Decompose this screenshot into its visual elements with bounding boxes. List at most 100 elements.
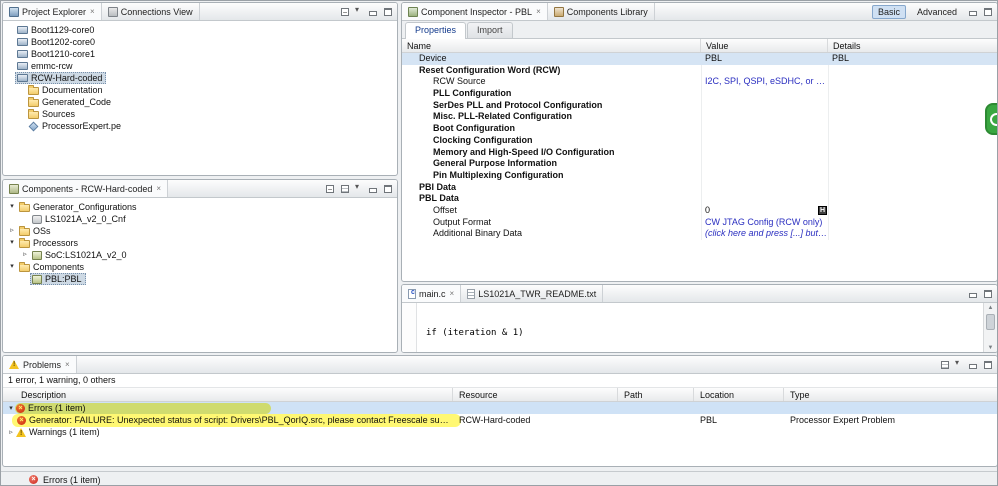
inspector-row[interactable]: Offset 0 H [402, 205, 997, 217]
maximize-icon[interactable] [983, 289, 993, 299]
column-header-path[interactable]: Path [618, 388, 694, 401]
scrollbar-thumb[interactable] [986, 314, 995, 330]
component-item[interactable]: SoC:LS1021A_v2_0 [30, 249, 131, 261]
close-icon[interactable]: × [450, 289, 455, 298]
tab-properties[interactable]: Properties [405, 22, 467, 39]
component-item[interactable]: PBL:PBL [30, 273, 86, 285]
tab-components[interactable]: Components - RCW-Hard-coded × [3, 180, 169, 197]
inspector-row[interactable]: RCW Source I2C, SPI, QSPI, eSDHC, or hard… [402, 76, 997, 88]
collapse-all-icon[interactable] [325, 184, 335, 194]
hex-format-button[interactable]: H [818, 205, 827, 215]
minimize-icon[interactable] [968, 289, 978, 299]
tab-project-explorer[interactable]: Project Explorer × [3, 3, 102, 20]
panel-toolbar [968, 285, 997, 302]
scroll-up-icon[interactable]: ▲ [984, 303, 997, 313]
expand-expander-icon[interactable]: ▹ [6, 428, 16, 436]
component-item[interactable]: Components [17, 261, 88, 273]
collapse-expander-icon[interactable]: ▾ [6, 404, 16, 412]
vertical-scrollbar[interactable]: ▲ ▼ [983, 303, 997, 352]
close-icon[interactable]: × [65, 360, 70, 369]
inspector-row[interactable]: Misc. PLL-Related Configuration [402, 111, 997, 123]
inspector-row[interactable]: PBI Data [402, 182, 997, 194]
project-item[interactable]: Generated_Code [26, 96, 115, 108]
collapse-all-icon[interactable] [340, 7, 350, 17]
code-text[interactable]: if (iteration & 1) { ret = 1; } [426, 306, 524, 352]
status-text: Errors (1 item) [43, 474, 101, 485]
close-icon[interactable]: × [536, 7, 541, 16]
maximize-icon[interactable] [983, 360, 993, 370]
inspector-row[interactable]: Reset Configuration Word (RCW) [402, 65, 997, 77]
view-menu-icon[interactable] [355, 5, 363, 17]
tab-readme[interactable]: LS1021A_TWR_README.txt [461, 285, 604, 302]
basic-mode-button[interactable]: Basic [871, 4, 906, 19]
filter-table-icon[interactable] [940, 360, 950, 370]
advanced-mode-button[interactable]: Advanced [911, 5, 963, 19]
inspector-row[interactable]: PLL Configuration [402, 88, 997, 100]
maximize-icon[interactable] [983, 7, 993, 17]
column-header-location[interactable]: Location [694, 388, 784, 401]
column-header-type[interactable]: Type [784, 388, 997, 401]
inspector-row[interactable]: Memory and High-Speed I/O Configuration [402, 147, 997, 159]
folder-icon [19, 226, 30, 236]
errors-group-row[interactable]: ▾ × Errors (1 item) [3, 402, 997, 414]
project-item[interactable]: Documentation [26, 84, 107, 96]
expand-expander-icon[interactable]: ▹ [20, 249, 30, 261]
project-item[interactable]: emmc-rcw [15, 60, 77, 72]
component-item[interactable]: Generator_Configurations [17, 201, 141, 213]
inspector-row[interactable]: Output Format CW JTAG Config (RCW only) [402, 217, 997, 229]
column-header-value[interactable]: Value [701, 39, 828, 52]
minimize-icon[interactable] [368, 7, 378, 17]
project-item[interactable]: Boot1210-core1 [15, 48, 99, 60]
property-value[interactable]: I2C, SPI, QSPI, eSDHC, or hard-cod... [701, 76, 828, 88]
minimize-icon[interactable] [968, 7, 978, 17]
component-item[interactable]: LS1021A_v2_0_Cnf [30, 213, 130, 225]
column-header-resource[interactable]: Resource [453, 388, 618, 401]
column-header-description[interactable]: Description [3, 388, 453, 401]
code-editor[interactable]: if (iteration & 1) { ret = 1; } ▲ ▼ [402, 303, 997, 352]
tab-components-library[interactable]: Components Library [548, 3, 655, 20]
tab-connections-view[interactable]: Connections View [102, 3, 200, 20]
view-menu-icon[interactable] [955, 358, 963, 370]
collapse-expander-icon[interactable]: ▾ [7, 201, 17, 213]
collapse-expander-icon[interactable]: ▾ [7, 237, 17, 249]
column-header-details[interactable]: Details [828, 39, 997, 52]
column-header-name[interactable]: Name [402, 39, 701, 52]
floating-badge[interactable] [985, 103, 997, 135]
expand-expander-icon[interactable]: ▹ [7, 225, 17, 237]
tab-main-c[interactable]: main.c × [402, 285, 462, 302]
tab-problems[interactable]: Problems × [3, 356, 77, 373]
inspector-row[interactable]: General Purpose Information [402, 158, 997, 170]
inspector-row[interactable]: Clocking Configuration [402, 135, 997, 147]
minimize-icon[interactable] [368, 184, 378, 194]
inspector-row[interactable]: Boot Configuration [402, 123, 997, 135]
close-icon[interactable]: × [90, 7, 95, 16]
property-value[interactable]: CW JTAG Config (RCW only) [701, 217, 828, 229]
filter-icon[interactable] [340, 184, 350, 194]
inspector-row[interactable]: SerDes PLL and Protocol Configuration [402, 100, 997, 112]
component-item[interactable]: Processors [17, 237, 82, 249]
project-item[interactable]: Boot1202-core0 [15, 36, 99, 48]
scroll-down-icon[interactable]: ▼ [984, 343, 997, 352]
close-icon[interactable]: × [156, 184, 161, 193]
property-value[interactable]: (click here and press [...] button) [701, 228, 828, 240]
project-item[interactable]: RCW-Hard-coded [15, 72, 107, 84]
component-item[interactable]: OSs [17, 225, 55, 237]
error-row[interactable]: × Generator: FAILURE: Unexpected status … [3, 414, 997, 426]
maximize-icon[interactable] [383, 184, 393, 194]
maximize-icon[interactable] [383, 7, 393, 17]
minimize-icon[interactable] [968, 360, 978, 370]
project-item[interactable]: Boot1129-core0 [15, 24, 98, 36]
tab-component-inspector[interactable]: Component Inspector - PBL × [402, 3, 548, 20]
project-item[interactable]: Sources [26, 108, 79, 120]
project-item[interactable]: ProcessorExpert.pe [26, 120, 125, 132]
inspector-row[interactable]: PBL Data [402, 193, 997, 205]
warnings-group-row[interactable]: ▹ Warnings (1 item) [3, 426, 997, 438]
collapse-expander-icon[interactable]: ▾ [7, 261, 17, 273]
folder-icon [19, 238, 30, 248]
inspector-row[interactable]: Additional Binary Data (click here and pr… [402, 228, 997, 240]
inspector-row[interactable]: Pin Multiplexing Configuration [402, 170, 997, 182]
view-menu-icon[interactable] [355, 182, 363, 194]
tab-import[interactable]: Import [467, 22, 513, 38]
inspector-row[interactable]: Device PBL PBL [402, 53, 997, 65]
property-value[interactable]: 0H [701, 205, 828, 217]
